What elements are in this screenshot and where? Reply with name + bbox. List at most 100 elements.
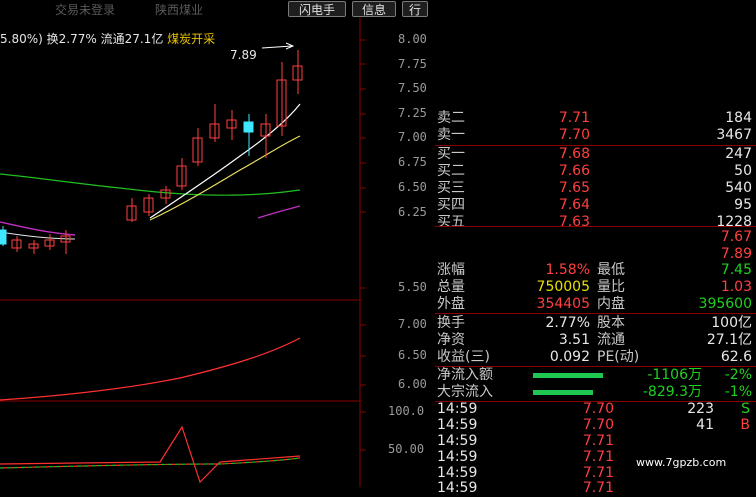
tick-time: 14:59 — [437, 433, 478, 449]
bid-price: 7.66 — [558, 163, 590, 179]
change-pct-text: 5.80%) — [0, 32, 43, 46]
ask-label: 卖二 — [437, 110, 465, 126]
y-tick: 7.00 — [398, 317, 427, 331]
bid-row[interactable]: 买四 7.64 95 — [435, 197, 756, 214]
fund-flow-pct: -1% — [724, 384, 752, 400]
stat-row: 外盘 354405 内盘 395600 — [435, 296, 756, 313]
tick-price: 7.70 — [582, 401, 614, 417]
y-tick: 5.50 — [398, 280, 427, 294]
ask-row[interactable]: 卖一 7.70 3467 — [435, 127, 756, 144]
pe-label: PE(动) — [597, 349, 640, 365]
sub2-line-red — [0, 425, 301, 484]
y-tick: 6.50 — [398, 180, 427, 194]
bid-vol: 1228 — [716, 214, 752, 226]
vol-ratio-label: 量比 — [597, 279, 625, 295]
ma30-line — [257, 205, 301, 219]
change-value: 1.58% — [545, 262, 590, 278]
share-cap-value: 100亿 — [711, 315, 752, 331]
turnover-label: 换手 — [437, 315, 465, 331]
ma10-line — [149, 135, 301, 221]
bid-row[interactable]: 买二 7.66 50 — [435, 163, 756, 180]
fund-flow-label: 大宗流入 — [437, 384, 493, 400]
login-status: 交易未登录 — [55, 3, 116, 17]
bid-price: 7.65 — [558, 180, 590, 196]
bid-vol: 95 — [734, 197, 752, 213]
eps-value: 0.092 — [549, 349, 590, 365]
fund-flow-bar — [533, 373, 603, 378]
tick-time: 14:59 — [437, 401, 478, 417]
share-cap-label: 股本 — [597, 315, 625, 331]
kline-chart[interactable]: 5.80%) 换2.77% 流通27.1亿 煤炭开采 7.89 8.00 7.7… — [0, 18, 435, 487]
sector-text: 煤炭开采 — [167, 32, 216, 46]
fund-flow-row: 大宗流入 -829.3万 -1% — [435, 384, 756, 401]
divider — [435, 226, 756, 227]
tick-vol: 41 — [696, 417, 714, 433]
turnover-value: 2.77% — [545, 315, 590, 331]
y-tick: 7.00 — [398, 130, 427, 144]
tick-row: 14:59 7.70 223 S — [435, 401, 756, 418]
watermark: www.7gpzb.com — [636, 456, 727, 469]
outer-label: 外盘 — [437, 296, 465, 312]
volume-label: 总量 — [437, 279, 465, 295]
inner-label: 内盘 — [597, 296, 625, 312]
tick-vol: 223 — [687, 401, 714, 417]
tab-info[interactable]: 信息 — [352, 1, 396, 17]
tick-row: 14:59 7.70 41 B — [435, 417, 756, 434]
bid-label: 买四 — [437, 197, 465, 213]
net-asset-label: 净资 — [437, 332, 465, 348]
vol-ratio-value: 1.03 — [720, 279, 752, 295]
stock-name: 陕西煤业 — [155, 3, 204, 17]
tick-time: 14:59 — [437, 449, 478, 465]
ask-vol: 3467 — [716, 127, 752, 143]
stat-row: 换手 2.77% 股本 100亿 — [435, 315, 756, 332]
y-tick: 6.75 — [398, 155, 427, 169]
y-tick: 100.0 — [388, 404, 425, 418]
y-tick: 6.50 — [398, 348, 427, 362]
low-label: 最低 — [597, 262, 625, 278]
y-tick: 7.25 — [398, 106, 427, 120]
bid-row[interactable]: 买五 7.63 1228 — [435, 214, 756, 226]
y-tick: 7.50 — [398, 81, 427, 95]
ask-label: 卖一 — [437, 127, 465, 143]
y-tick: 7.75 — [398, 57, 427, 71]
bid-row[interactable]: 买一 7.68 247 — [435, 146, 756, 163]
fund-flow-label: 净流入额 — [437, 367, 493, 383]
bid-row[interactable]: 买三 7.65 540 — [435, 180, 756, 197]
tab-flash-trade[interactable]: 闪电手 — [288, 1, 346, 17]
y-tick: 8.00 — [398, 32, 427, 46]
info-bar: 5.80%) 换2.77% 流通27.1亿 煤炭开采 — [0, 30, 215, 47]
high-row: 7.89 — [435, 246, 756, 263]
bid-label: 买五 — [437, 214, 465, 226]
tick-price: 7.71 — [582, 449, 614, 465]
eps-label: 收益(三) — [437, 349, 490, 365]
y-tick: 6.25 — [398, 205, 427, 219]
tick-side: S — [741, 401, 750, 417]
high-marker-arrow — [261, 45, 293, 49]
pe-value: 62.6 — [720, 349, 752, 365]
candles — [0, 50, 303, 254]
fund-flow-amount: -829.3万 — [642, 384, 702, 400]
stat-row: 总量 750005 量比 1.03 — [435, 279, 756, 296]
sub1-line — [0, 337, 301, 401]
divider — [435, 313, 756, 314]
float-cap-text: 流通27.1亿 — [100, 32, 164, 46]
stat-row: 净资 3.51 流通 27.1亿 — [435, 332, 756, 349]
open-row: 7.67 — [435, 229, 756, 246]
change-label: 涨幅 — [437, 262, 465, 278]
top-bar: 交易未登录 陕西煤业 闪电手 信息 行 — [0, 0, 430, 18]
turnover-text: 换2.77% — [46, 32, 97, 46]
tick-row: 14:59 7.71 — [435, 433, 756, 450]
quote-panel: 卖二 7.71 184 卖一 7.70 3467 买一 7.68 247 买二 … — [435, 18, 756, 496]
bid-vol: 540 — [725, 180, 752, 196]
tick-price: 7.71 — [582, 433, 614, 449]
ask-row[interactable]: 卖二 7.71 184 — [435, 110, 756, 127]
ask-price: 7.71 — [558, 110, 590, 126]
bid-vol: 247 — [725, 146, 752, 162]
fund-flow-row: 净流入额 -1106万 -2% — [435, 367, 756, 384]
chart-canvas — [0, 18, 366, 487]
tab-more[interactable]: 行 — [402, 1, 428, 17]
stat-row: 收益(三) 0.092 PE(动) 62.6 — [435, 349, 756, 366]
outer-value: 354405 — [536, 296, 590, 312]
ma20-line — [0, 173, 301, 196]
bid-price: 7.63 — [558, 214, 590, 226]
